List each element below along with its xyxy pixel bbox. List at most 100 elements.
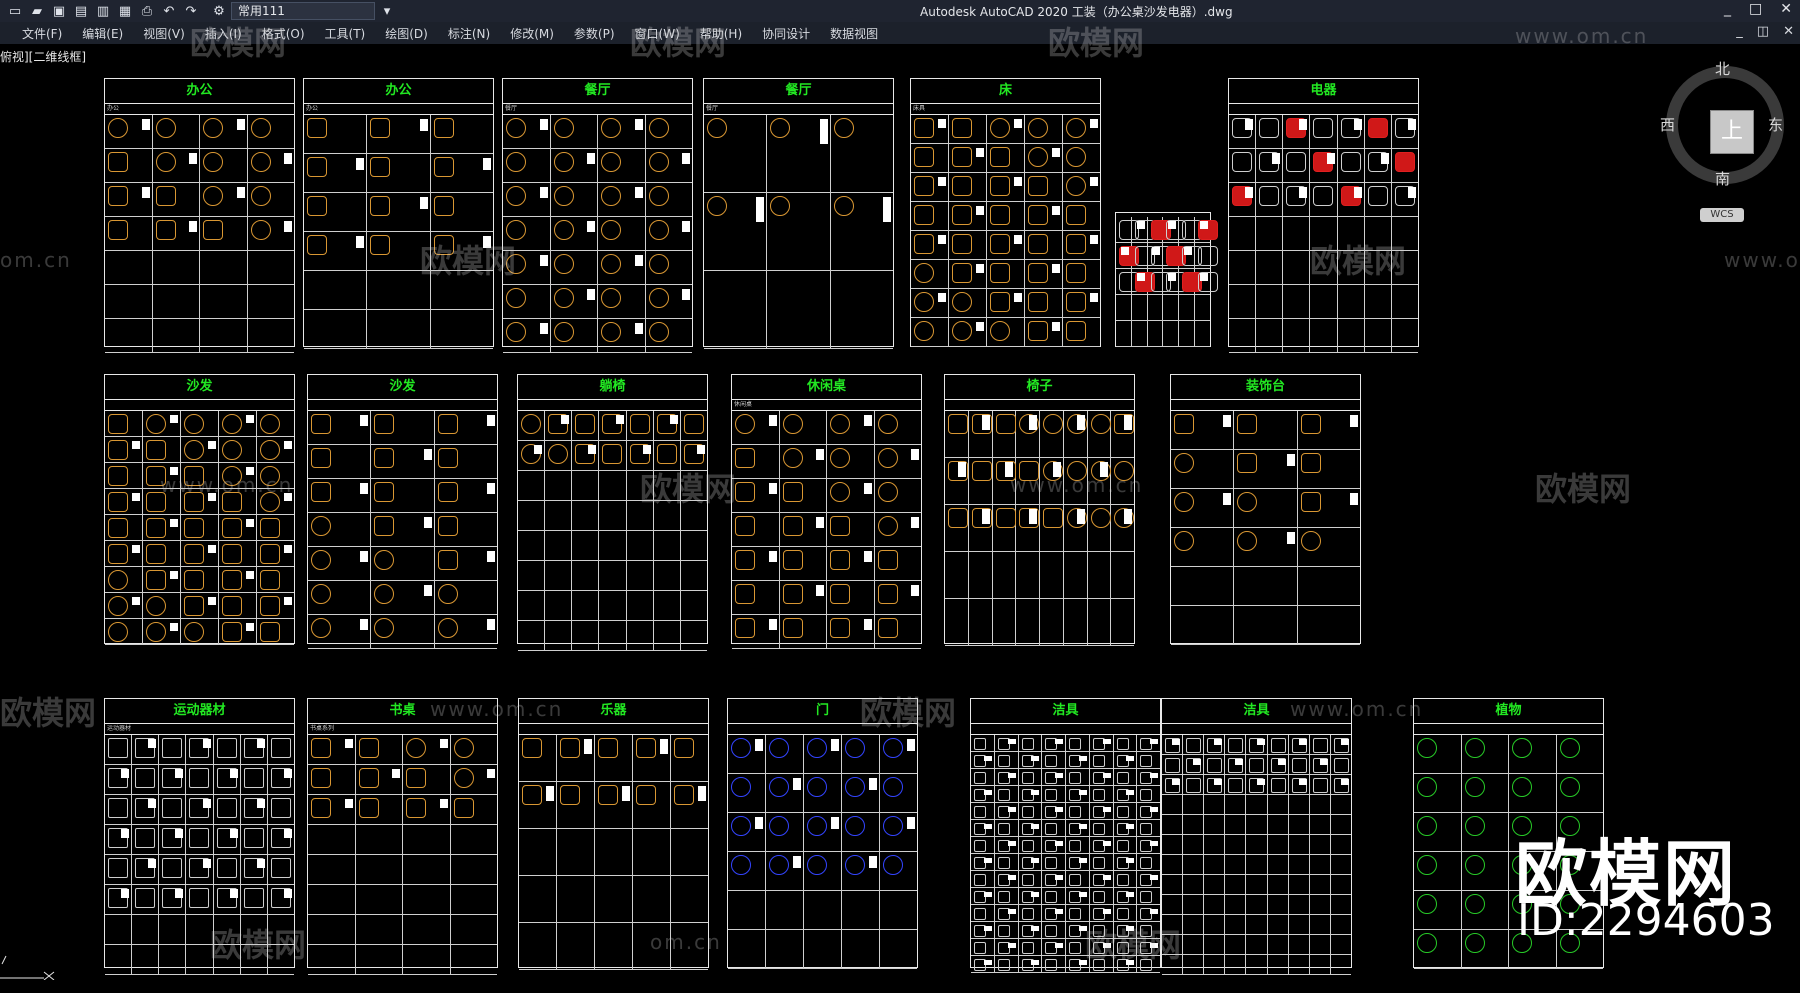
grid-cell <box>767 115 831 192</box>
menu-help[interactable]: 帮助(H) <box>690 25 752 42</box>
grid-cell <box>1114 871 1138 887</box>
save-as-icon[interactable]: ▤ <box>72 2 90 20</box>
viewcube-east[interactable]: 东 <box>1768 114 1783 135</box>
cad-block <box>735 550 755 570</box>
viewcube-south[interactable]: 南 <box>1715 168 1730 189</box>
menu-tools[interactable]: 工具(T) <box>315 25 376 42</box>
viewcube-west[interactable]: 西 <box>1660 114 1675 135</box>
cad-block <box>522 785 542 805</box>
grid-cell <box>627 621 654 650</box>
block-label-tag <box>1029 509 1037 524</box>
new-file-icon[interactable]: ▭ <box>6 2 24 20</box>
grid-cell <box>1225 755 1247 774</box>
grid-row <box>732 547 921 581</box>
open-file-icon[interactable]: ▰ <box>28 2 46 20</box>
cad-block <box>311 482 331 502</box>
cad-block <box>952 321 972 341</box>
cad-block <box>782 414 803 434</box>
menu-window[interactable]: 窗口(W) <box>625 25 690 42</box>
grid-cell <box>911 289 949 317</box>
cad-block <box>433 196 454 216</box>
block-label-tag <box>539 323 548 334</box>
cad-block <box>601 220 621 240</box>
close-button[interactable]: ✕ <box>1780 1 1792 17</box>
doc-restore-button[interactable]: ◫ <box>1757 24 1769 39</box>
grid-row <box>704 115 893 193</box>
grid-cell <box>572 471 600 500</box>
grid-cell <box>308 795 356 824</box>
menu-draw[interactable]: 绘图(D) <box>375 25 438 42</box>
block-label-tag <box>1055 739 1063 744</box>
grid-cell <box>143 515 181 540</box>
cad-block <box>1021 942 1034 954</box>
grid-cell <box>403 855 451 884</box>
sheet-subtitle: 餐厅 <box>503 104 692 115</box>
grid-row <box>971 939 1160 956</box>
grid-row <box>105 619 294 645</box>
menu-file[interactable]: 文件(F) <box>12 25 72 42</box>
grid-cell <box>1289 895 1310 914</box>
block-label-tag <box>816 517 824 528</box>
export-icon[interactable]: ▦ <box>116 2 134 20</box>
block-label-tag <box>1078 892 1087 897</box>
grid-cell <box>766 774 804 812</box>
redo-icon[interactable]: ↷ <box>182 2 200 20</box>
menu-view[interactable]: 视图(V) <box>133 25 195 42</box>
cad-block <box>1559 777 1580 797</box>
undo-icon[interactable]: ↶ <box>160 2 178 20</box>
menu-edit[interactable]: 编辑(E) <box>72 25 133 42</box>
grid-cell <box>1016 411 1040 457</box>
grid-cell <box>1310 183 1338 216</box>
block-grid <box>105 115 294 353</box>
cad-block <box>189 888 210 908</box>
grid-cell <box>1114 735 1138 751</box>
viewcube-face[interactable]: 上 <box>1710 110 1754 154</box>
cad-block <box>1116 908 1129 920</box>
cad-block <box>433 118 454 138</box>
grid-cell <box>1229 251 1257 284</box>
grid-row <box>105 463 294 489</box>
menu-dimension[interactable]: 标注(N) <box>438 25 500 42</box>
doc-minimize-button[interactable]: _ <box>1736 24 1743 39</box>
grid-cell <box>451 945 498 974</box>
menu-modify[interactable]: 修改(M) <box>500 25 564 42</box>
menu-dataview[interactable]: 数据视图 <box>820 25 888 42</box>
viewport-label[interactable]: 俯视][二维线框] <box>0 48 86 65</box>
cad-block <box>260 622 280 642</box>
grid-cell <box>949 202 987 230</box>
doc-close-button[interactable]: ✕ <box>1783 24 1794 39</box>
block-label-tag <box>1223 415 1232 427</box>
menu-format[interactable]: 格式(O) <box>252 25 315 42</box>
publish-icon[interactable]: ▥ <box>94 2 112 20</box>
grid-cell <box>1019 905 1043 921</box>
watermark-url: www.om.cn <box>1724 248 1800 272</box>
chevron-down-icon[interactable]: ▾ <box>378 2 396 20</box>
block-label-tag <box>1124 509 1132 524</box>
maximize-button[interactable]: □ <box>1749 1 1762 17</box>
menu-parametric[interactable]: 参数(P) <box>564 25 625 42</box>
grid-cell <box>1042 905 1066 921</box>
minimize-button[interactable]: _ <box>1724 1 1731 17</box>
grid-cell <box>435 615 497 648</box>
grid-cell <box>1042 939 1066 955</box>
print-icon[interactable]: ⎙ <box>138 2 156 20</box>
workspace-select[interactable]: 常用111 <box>231 2 375 20</box>
cad-block <box>437 550 458 570</box>
viewcube-north[interactable]: 北 <box>1715 58 1730 79</box>
wcs-button[interactable]: WCS <box>1700 208 1744 222</box>
menu-collab[interactable]: 协同设计 <box>752 25 820 42</box>
grid-cell <box>304 310 368 348</box>
cad-block <box>1559 738 1580 758</box>
cad-block <box>260 596 280 616</box>
viewcube-ring[interactable]: 上 <box>1666 66 1784 184</box>
save-icon[interactable]: ▣ <box>50 2 68 20</box>
menu-insert[interactable]: 插入(I) <box>195 25 252 42</box>
grid-row <box>1171 489 1360 528</box>
grid-cell <box>1365 251 1392 284</box>
grid-row <box>105 945 294 975</box>
block-label-tag <box>1031 960 1040 965</box>
workspace-switcher[interactable]: ⚙ 常用111 ▾ <box>210 2 396 20</box>
block-label-tag <box>360 415 369 426</box>
grid-cell <box>200 285 248 318</box>
block-label-tag <box>1055 773 1063 778</box>
